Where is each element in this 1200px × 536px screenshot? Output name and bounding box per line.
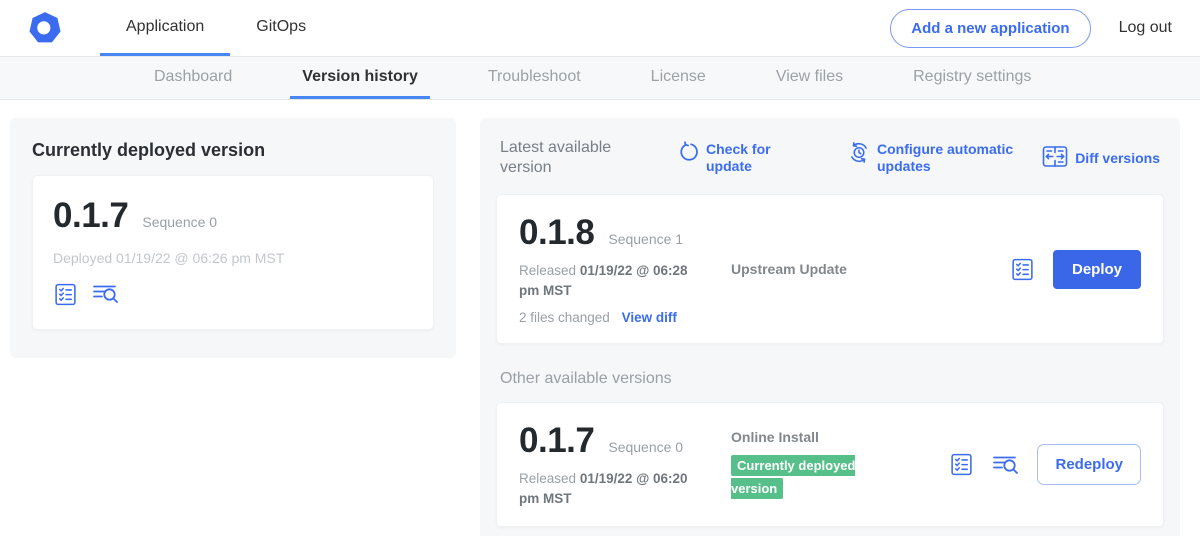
- top-navbar: Application GitOps Add a new application…: [0, 0, 1200, 57]
- currently-deployed-title: Currently deployed version: [32, 140, 434, 161]
- version-source: Online Install Currently deployed versio…: [731, 429, 949, 500]
- sequence-label: Sequence 0: [608, 439, 683, 455]
- deployed-card-actions: [53, 282, 413, 307]
- tab-application[interactable]: Application: [100, 0, 230, 56]
- schedule-update-icon: [848, 141, 870, 168]
- deployed-timestamp: Deployed 01/19/22 @ 06:26 pm MST: [53, 250, 413, 266]
- released-timestamp: Released 01/19/22 @ 06:28 pm MST: [519, 261, 709, 300]
- redeploy-button[interactable]: Redeploy: [1037, 444, 1141, 485]
- logout-link[interactable]: Log out: [1119, 19, 1172, 37]
- configure-automatic-updates-link[interactable]: Configure automatic updates: [848, 141, 1027, 175]
- currently-deployed-panel: Currently deployed version 0.1.7 Sequenc…: [10, 118, 456, 358]
- diff-icon: [1042, 145, 1068, 172]
- subnav-tab-dashboard[interactable]: Dashboard: [142, 57, 244, 99]
- deployed-badge-wrap: Currently deployed version: [731, 454, 903, 500]
- latest-version-actions: Deploy: [1010, 250, 1141, 289]
- available-versions-panel: Latest available version Check for updat…: [480, 118, 1180, 536]
- version-number: 0.1.7: [53, 196, 128, 236]
- version-history-page: Currently deployed version 0.1.7 Sequenc…: [0, 100, 1200, 536]
- tab-application-label: Application: [126, 18, 204, 36]
- app-logo-icon: [28, 11, 62, 45]
- other-version-actions: Redeploy: [949, 444, 1141, 485]
- other-version-info: 0.1.7 Sequence 0 Released 01/19/22 @ 06:…: [519, 421, 731, 508]
- checklist-icon[interactable]: [53, 282, 78, 307]
- app-subnav: Dashboard Version history Troubleshoot L…: [0, 57, 1200, 100]
- subnav-tab-version-history[interactable]: Version history: [290, 57, 430, 99]
- tab-gitops-label: GitOps: [256, 18, 306, 36]
- subnav-tab-view-files[interactable]: View files: [764, 57, 855, 99]
- sequence-label: Sequence 0: [142, 214, 217, 230]
- available-panel-header: Latest available version Check for updat…: [496, 134, 1164, 178]
- version-number: 0.1.8: [519, 213, 594, 253]
- subnav-tab-troubleshoot[interactable]: Troubleshoot: [476, 57, 593, 99]
- deploy-button[interactable]: Deploy: [1053, 250, 1141, 289]
- add-new-application-button[interactable]: Add a new application: [890, 9, 1090, 48]
- refresh-icon: [678, 141, 699, 167]
- primary-nav: Application GitOps: [100, 0, 332, 56]
- currently-deployed-badge: Currently deployed version: [731, 455, 855, 499]
- other-version-card: 0.1.7 Sequence 0 Released 01/19/22 @ 06:…: [496, 402, 1164, 527]
- subnav-tab-license[interactable]: License: [639, 57, 718, 99]
- subnav-tab-registry-settings[interactable]: Registry settings: [901, 57, 1043, 99]
- topbar-right: Add a new application Log out: [890, 9, 1172, 48]
- install-type-label: Online Install: [731, 429, 949, 445]
- files-changed-row: 2 files changed View diff: [519, 310, 731, 325]
- view-logs-icon[interactable]: [92, 282, 119, 307]
- tab-gitops[interactable]: GitOps: [230, 0, 332, 56]
- version-source: Upstream Update: [731, 261, 1010, 277]
- files-changed-label: 2 files changed: [519, 310, 610, 325]
- latest-available-title: Latest available version: [500, 138, 628, 178]
- version-row: 0.1.7 Sequence 0: [53, 196, 413, 236]
- view-diff-link[interactable]: View diff: [622, 310, 677, 325]
- checklist-icon[interactable]: [949, 452, 974, 477]
- latest-version-card: 0.1.8 Sequence 1 Released 01/19/22 @ 06:…: [496, 194, 1164, 344]
- version-number: 0.1.7: [519, 421, 594, 461]
- other-available-versions-title: Other available versions: [500, 370, 1160, 388]
- view-logs-icon[interactable]: [992, 453, 1019, 477]
- released-timestamp: Released 01/19/22 @ 06:20 pm MST: [519, 469, 709, 508]
- latest-version-info: 0.1.8 Sequence 1 Released 01/19/22 @ 06:…: [519, 213, 731, 325]
- diff-versions-link[interactable]: Diff versions: [1042, 145, 1160, 172]
- sequence-label: Sequence 1: [608, 231, 683, 247]
- deployed-version-card: 0.1.7 Sequence 0 Deployed 01/19/22 @ 06:…: [32, 175, 434, 330]
- check-for-update-link[interactable]: Check for update: [678, 141, 782, 175]
- checklist-icon[interactable]: [1010, 257, 1035, 282]
